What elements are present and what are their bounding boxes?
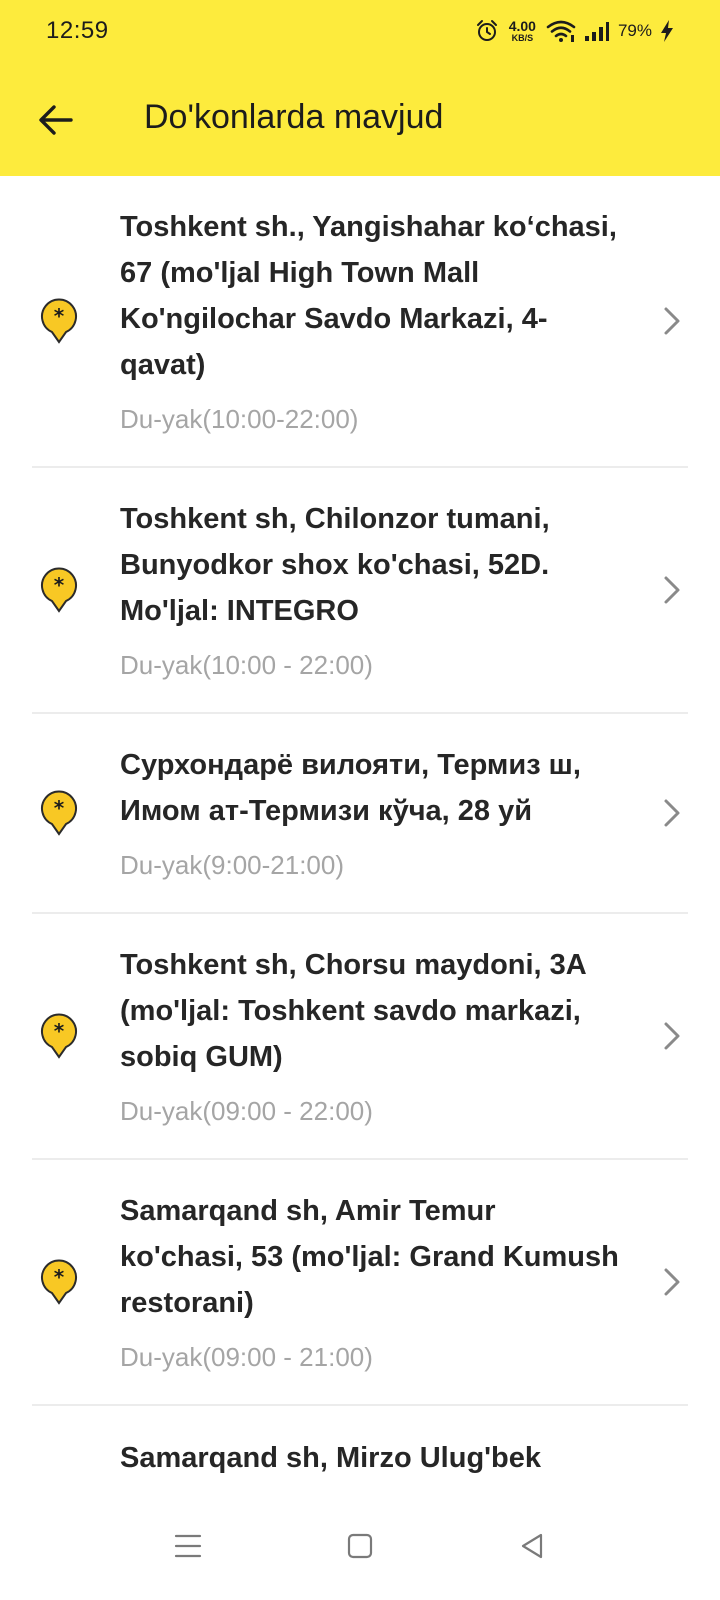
system-back-button[interactable] — [500, 1514, 564, 1578]
map-pin-icon: * — [41, 298, 77, 344]
store-list-item[interactable]: * Toshkent sh., Yangishahar ko‘chasi, 67… — [32, 176, 688, 468]
svg-text:*: * — [54, 304, 65, 328]
store-address: Toshkent sh., Yangishahar ko‘chasi, 67 (… — [120, 211, 617, 381]
store-hours: Du-yak(09:00 - 21:00) — [120, 1342, 373, 1372]
menu-icon — [174, 1534, 202, 1558]
network-speed: 4.00 KB/S — [509, 19, 536, 43]
store-hours: Du-yak(10:00 - 22:00) — [120, 650, 373, 680]
recent-apps-button[interactable] — [156, 1514, 220, 1578]
map-pin-icon: * — [41, 567, 77, 613]
home-square-icon — [347, 1533, 373, 1559]
store-info: Samarqand sh, Amir Temur ko'chasi, 53 (m… — [120, 1188, 620, 1374]
store-info: Сурхондарё вилояти, Термиз ш, Имом ат-Те… — [120, 742, 620, 882]
status-icons: 4.00 KB/S 79% — [475, 14, 674, 48]
store-address: Samarqand sh, Mirzo Ulug'bek — [120, 1442, 542, 1474]
network-speed-value: 4.00 — [508, 18, 536, 34]
wifi-icon — [546, 20, 576, 42]
svg-text:*: * — [54, 1265, 65, 1289]
store-hours: Du-yak(9:00-21:00) — [120, 850, 344, 880]
store-address: Сурхондарё вилояти, Термиз ш, Имом ат-Те… — [120, 749, 581, 827]
store-list-item[interactable]: * Сурхондарё вилояти, Термиз ш, Имом ат-… — [32, 714, 688, 914]
status-bar: 12:59 4.00 KB/S 79% — [0, 0, 720, 64]
store-info: Toshkent sh, Chilonzor tumani, Bunyodkor… — [120, 496, 620, 682]
svg-text:*: * — [54, 573, 65, 597]
alarm-icon — [476, 20, 497, 41]
store-list-item[interactable]: * Toshkent sh, Chorsu maydoni, 3A (mo'lj… — [32, 914, 688, 1160]
charging-bolt-icon — [661, 20, 673, 42]
store-address: Toshkent sh, Chorsu maydoni, 3A (mo'ljal… — [120, 949, 586, 1073]
status-time: 12:59 — [46, 17, 109, 44]
map-pin-icon: * — [41, 1259, 77, 1305]
back-arrow-icon — [39, 105, 73, 135]
store-hours: Du-yak(10:00-22:00) — [120, 404, 359, 434]
home-button[interactable] — [328, 1514, 392, 1578]
chevron-right-icon — [664, 799, 680, 827]
battery-percent: 79% — [617, 21, 652, 40]
cellular-signal-icon — [584, 22, 609, 41]
store-list: * Toshkent sh., Yangishahar ko‘chasi, 67… — [0, 176, 720, 1486]
chevron-right-icon — [664, 1022, 680, 1050]
svg-text:*: * — [54, 796, 65, 820]
app-bar: Do'konlarda mavjud — [0, 64, 720, 176]
store-list-item[interactable]: * Samarqand sh, Amir Temur ko'chasi, 53 … — [32, 1160, 688, 1406]
store-address: Toshkent sh, Chilonzor tumani, Bunyodkor… — [120, 503, 550, 627]
store-availability-screen: 12:59 4.00 KB/S 79% Do'konlarda mavjud *… — [0, 0, 720, 1600]
back-triangle-icon — [521, 1533, 543, 1559]
chevron-right-icon — [664, 576, 680, 604]
store-list-item-partial[interactable]: Samarqand sh, Mirzo Ulug'bek — [32, 1406, 688, 1486]
network-speed-unit: KB/S — [511, 33, 534, 43]
page-title: Do'konlarda mavjud — [144, 98, 444, 136]
svg-text:*: * — [54, 1019, 65, 1043]
system-nav-bar — [0, 1494, 720, 1600]
store-hours: Du-yak(09:00 - 22:00) — [120, 1096, 373, 1126]
header: 12:59 4.00 KB/S 79% Do'konlarda mavjud — [0, 0, 720, 176]
store-address: Samarqand sh, Amir Temur ko'chasi, 53 (m… — [120, 1195, 619, 1319]
chevron-right-icon — [664, 1268, 680, 1296]
chevron-right-icon — [664, 307, 680, 335]
store-info: Toshkent sh., Yangishahar ko‘chasi, 67 (… — [120, 204, 620, 436]
back-button[interactable] — [24, 88, 88, 152]
map-pin-icon: * — [41, 790, 77, 836]
map-pin-icon: * — [41, 1013, 77, 1059]
store-list-item[interactable]: * Toshkent sh, Chilonzor tumani, Bunyodk… — [32, 468, 688, 714]
store-info: Toshkent sh, Chorsu maydoni, 3A (mo'ljal… — [120, 942, 620, 1128]
